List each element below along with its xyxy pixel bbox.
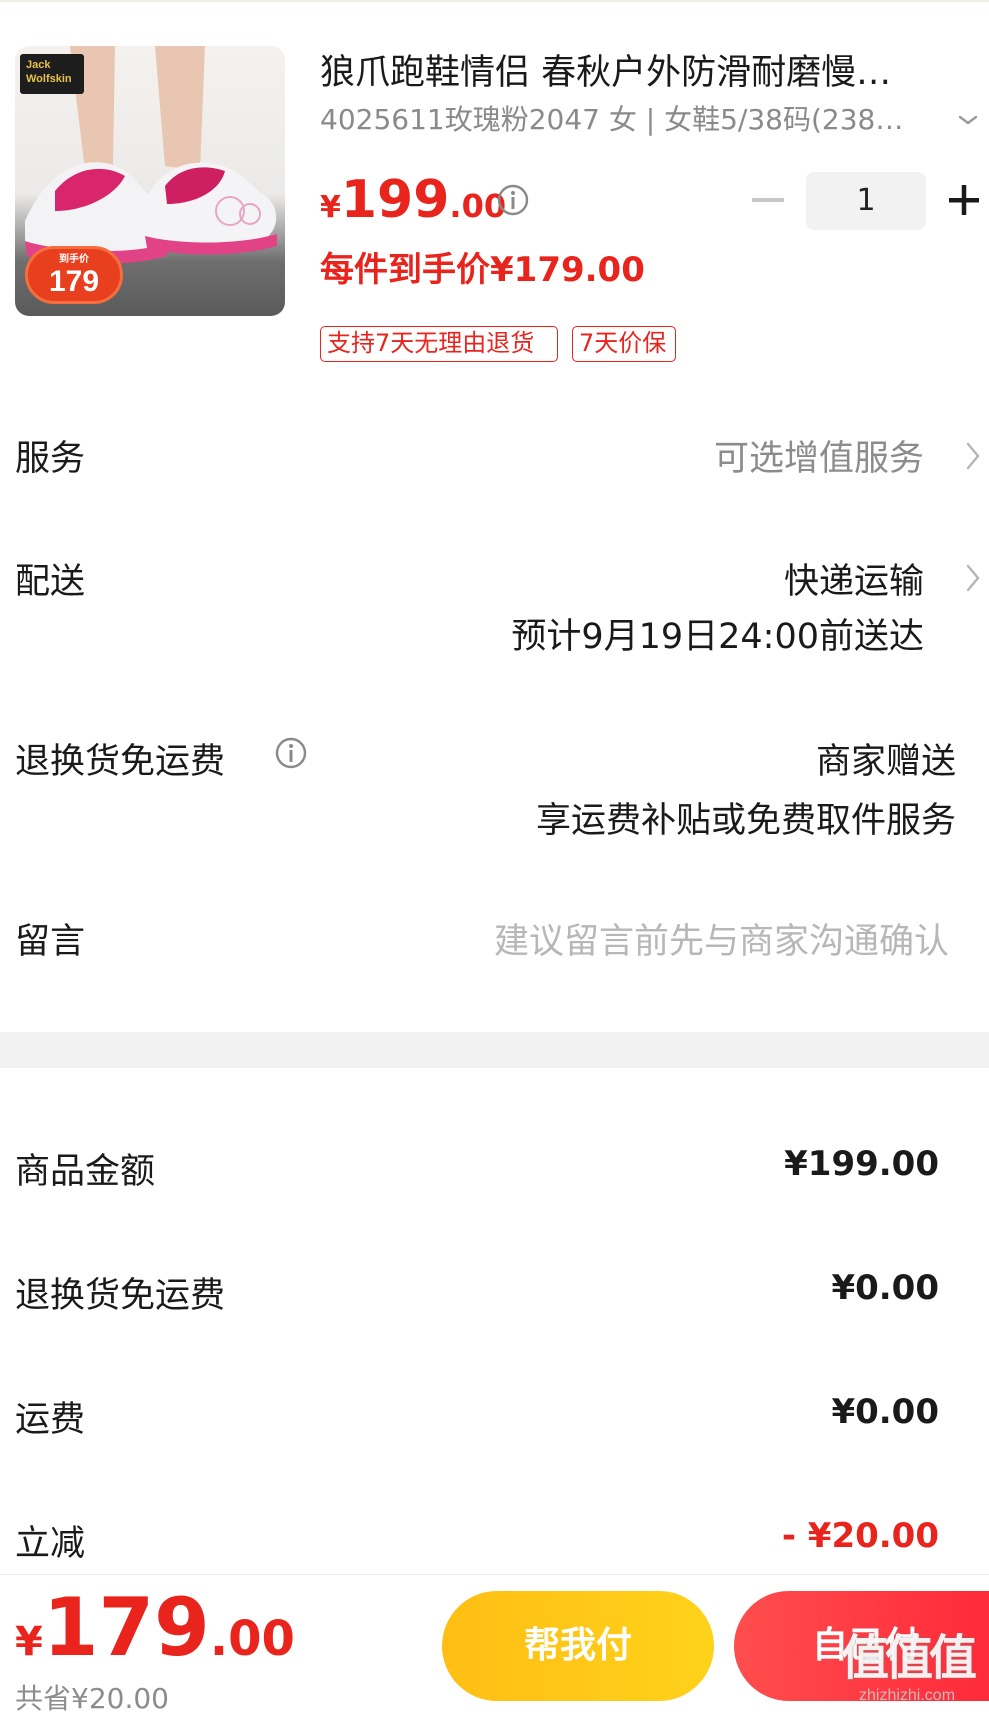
product-thumbnail[interactable]: Jack Wolfskin 到手价 179 bbox=[15, 46, 285, 316]
chevron-down-icon[interactable] bbox=[956, 108, 980, 132]
delivery-label: 配送 bbox=[15, 562, 86, 602]
return-freight-label: 退换货免运费 bbox=[15, 742, 226, 782]
goods-amount-label: 商品金额 bbox=[15, 1152, 156, 1192]
help-me-pay-button[interactable]: 帮我付 bbox=[442, 1591, 714, 1701]
section-divider bbox=[0, 1032, 989, 1068]
service-label: 服务 bbox=[15, 439, 86, 479]
hand-price-badge: 到手价 179 bbox=[25, 246, 123, 304]
saved-amount: 共省¥20.00 bbox=[15, 1682, 169, 1715]
shipping-value: ¥0.00 bbox=[831, 1392, 939, 1432]
unit-price: ¥199.00 bbox=[320, 170, 507, 230]
shipping-label: 运费 bbox=[15, 1400, 86, 1440]
plus-icon[interactable] bbox=[946, 180, 982, 220]
info-icon[interactable] bbox=[496, 183, 530, 217]
discount-value: - ¥20.00 bbox=[781, 1516, 939, 1556]
site-watermark: 值值值 zhizhizhi.com bbox=[840, 1630, 977, 1704]
product-spec[interactable]: 4025611玫瑰粉2047 女 | 女鞋5/38码(238… bbox=[320, 100, 925, 140]
quantity-input[interactable]: 1 bbox=[806, 172, 926, 230]
delivery-eta: 预计9月19日24:00前送达 bbox=[511, 617, 924, 657]
message-input[interactable]: 建议留言前先与商家沟通确认 bbox=[494, 913, 949, 964]
per-piece-price: 每件到手价¥179.00 bbox=[320, 250, 645, 290]
discount-label: 立减 bbox=[15, 1524, 86, 1564]
info-icon[interactable] bbox=[274, 736, 308, 770]
product-title[interactable]: 狼爪跑鞋情侣 春秋户外防滑耐磨慢… bbox=[320, 50, 965, 96]
price-protect-tag: 7天价保 bbox=[572, 326, 676, 362]
service-value[interactable]: 可选增值服务 bbox=[714, 430, 924, 481]
total-price: ¥179.00 bbox=[15, 1581, 295, 1674]
message-label: 留言 bbox=[15, 922, 86, 962]
return-freight-desc: 享运费补贴或免费取件服务 bbox=[535, 801, 956, 841]
chevron-right-icon[interactable] bbox=[963, 438, 983, 474]
delivery-method[interactable]: 快递运输 bbox=[784, 553, 924, 604]
brand-logo: Jack Wolfskin bbox=[20, 54, 84, 94]
return-freight-value: 商家赠送 bbox=[815, 742, 956, 782]
return-freight-summary-label: 退换货免运费 bbox=[15, 1276, 226, 1316]
return-policy-tag: 支持7天无理由退货 bbox=[320, 326, 558, 362]
product-card: Jack Wolfskin 到手价 179 狼爪跑鞋情侣 春秋户外防滑耐磨慢… … bbox=[0, 0, 989, 390]
goods-amount-value: ¥199.00 bbox=[784, 1144, 939, 1184]
chevron-right-icon[interactable] bbox=[963, 560, 983, 596]
return-freight-summary-value: ¥0.00 bbox=[831, 1268, 939, 1308]
minus-icon[interactable] bbox=[748, 183, 788, 217]
